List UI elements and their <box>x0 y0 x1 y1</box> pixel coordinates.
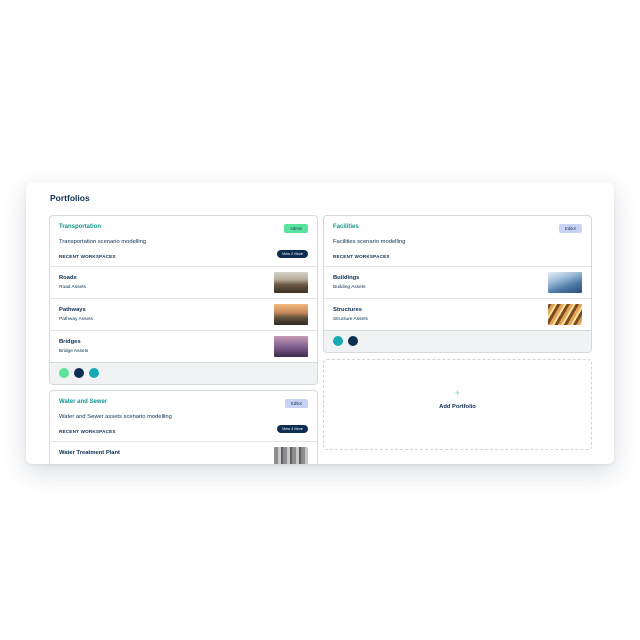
workspace-title: Buildings <box>333 275 360 281</box>
avatar[interactable] <box>333 336 343 346</box>
members-footer <box>324 331 591 352</box>
avatar[interactable] <box>348 336 358 346</box>
member-avatars <box>59 368 99 378</box>
bridge-photo <box>274 336 308 357</box>
workspace-row-roads[interactable]: Roads Road Assets <box>50 267 317 299</box>
workspace-title: Structures <box>333 307 362 313</box>
portfolio-description: Water and Sewer assets scenario modellin… <box>59 414 172 420</box>
portfolio-card-water-and-sewer[interactable]: Water and Sewer Editor Water and Sewer a… <box>49 390 318 464</box>
workspace-subtitle: Building Assets <box>333 285 366 290</box>
page-title: Portfolios <box>50 193 90 203</box>
plus-icon: + <box>454 388 461 398</box>
workspace-subtitle: Structure Assets <box>333 317 368 322</box>
portfolio-name[interactable]: Transportation <box>59 224 101 230</box>
workspace-title: Water Treatment Plant <box>59 450 120 456</box>
workspace-title: Roads <box>59 275 77 281</box>
role-badge: Editor <box>559 224 582 233</box>
view-more-button[interactable]: View 3 More <box>276 425 308 433</box>
recent-workspaces-label: RECENT WORKSPACES <box>59 429 116 434</box>
add-portfolio-button[interactable]: + Add Portfolio <box>323 359 592 450</box>
workspace-row-water-treatment-plant[interactable]: Water Treatment Plant <box>50 442 317 464</box>
member-avatars <box>333 336 358 346</box>
workspace-subtitle: Road Assets <box>59 285 86 290</box>
workspace-row-buildings[interactable]: Buildings Building Assets <box>324 267 591 299</box>
building-photo <box>548 272 582 293</box>
workspace-title: Pathways <box>59 307 86 313</box>
pathway-photo <box>274 304 308 325</box>
workspace-title: Bridges <box>59 339 81 345</box>
view-more-button[interactable]: View 2 More <box>276 250 308 258</box>
members-footer <box>50 363 317 384</box>
workspace-row-pathways[interactable]: Pathways Pathway Assets <box>50 299 317 331</box>
workspace-row-structures[interactable]: Structures Structure Assets <box>324 299 591 331</box>
recent-workspaces-label: RECENT WORKSPACES <box>333 254 390 259</box>
portfolios-panel: Portfolios Transportation Admin Transpor… <box>26 182 614 464</box>
portfolio-name[interactable]: Facilities <box>333 224 359 230</box>
water-plant-photo <box>274 447 308 464</box>
workspace-row-bridges[interactable]: Bridges Bridge Assets <box>50 331 317 363</box>
avatar[interactable] <box>74 368 84 378</box>
role-badge: Editor <box>285 399 308 408</box>
role-badge: Admin <box>284 224 308 233</box>
structure-photo <box>548 304 582 325</box>
workspace-subtitle: Pathway Assets <box>59 317 93 322</box>
portfolio-header: Transportation Admin Transportation scen… <box>50 216 317 267</box>
portfolio-header: Facilities Editor Facilities scenario mo… <box>324 216 591 267</box>
road-photo <box>274 272 308 293</box>
avatar[interactable] <box>59 368 69 378</box>
recent-workspaces-label: RECENT WORKSPACES <box>59 254 116 259</box>
portfolio-name[interactable]: Water and Sewer <box>59 399 107 405</box>
portfolio-header: Water and Sewer Editor Water and Sewer a… <box>50 391 317 442</box>
avatar[interactable] <box>89 368 99 378</box>
portfolio-card-facilities[interactable]: Facilities Editor Facilities scenario mo… <box>323 215 592 353</box>
workspace-subtitle: Bridge Assets <box>59 349 89 354</box>
portfolio-card-transportation[interactable]: Transportation Admin Transportation scen… <box>49 215 318 385</box>
portfolio-description: Facilities scenario modelling <box>333 239 406 245</box>
add-portfolio-label: Add Portfolio <box>439 404 476 410</box>
portfolio-description: Transportation scenario modelling <box>59 239 147 245</box>
